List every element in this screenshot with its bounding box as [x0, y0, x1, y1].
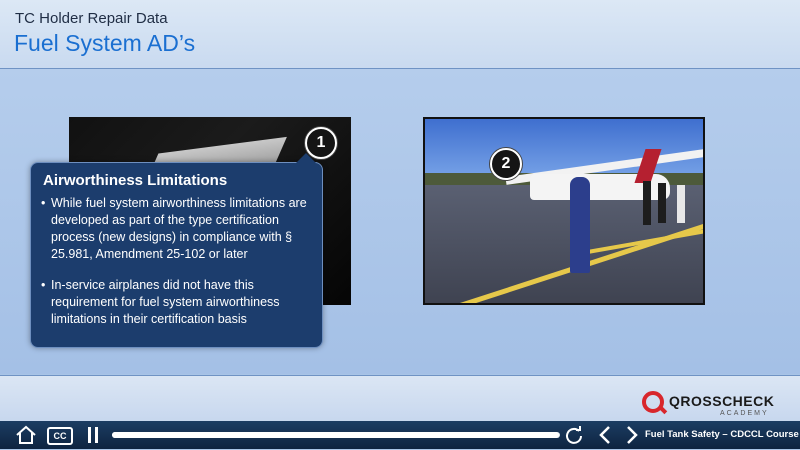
qrosscheck-logo: QROSSCHECK ACADEMY [642, 391, 792, 421]
callout-bullet-text: While fuel system airworthiness limitati… [51, 196, 307, 261]
callout-bullet: • While fuel system airworthiness limitat… [39, 195, 314, 263]
callout-bullet: • In-service airplanes did not have this … [39, 277, 314, 328]
course-title: Fuel Tank Safety – CDCCL Course [645, 429, 799, 440]
bullet-dot-icon: • [41, 278, 46, 292]
logo-subtitle: ACADEMY [720, 410, 769, 417]
closed-captions-button[interactable]: CC [47, 427, 73, 445]
logo-q-icon [642, 391, 664, 413]
chevron-right-icon [627, 426, 638, 444]
chevron-left-icon [599, 426, 610, 444]
hotspot-marker-2[interactable]: 2 [490, 148, 522, 180]
slide-title: Fuel System AD’s [14, 30, 196, 56]
replay-icon [566, 426, 582, 444]
pause-icon [88, 427, 91, 443]
photo-person [570, 177, 590, 273]
logo-name: QROSSCHECK [669, 393, 775, 409]
bullet-dot-icon: • [41, 196, 46, 210]
home-icon [16, 425, 36, 444]
callout-heading: Airworthiness Limitations [43, 172, 228, 189]
photo-person [658, 183, 666, 223]
callout-bullet-list: • While fuel system airworthiness limitat… [39, 195, 314, 328]
next-slide-button[interactable] [625, 425, 639, 445]
replay-button[interactable] [564, 425, 584, 445]
home-button[interactable] [15, 425, 37, 445]
progress-fill [112, 432, 560, 438]
previous-slide-button[interactable] [598, 425, 612, 445]
callout-bullet-text: In-service airplanes did not have this r… [51, 278, 280, 326]
progress-bar[interactable] [112, 432, 560, 438]
slide-subtitle: TC Holder Repair Data [15, 10, 168, 27]
aircraft-photo-2 [423, 117, 705, 305]
slide-header: TC Holder Repair Data Fuel System AD’s [0, 0, 800, 69]
photo-person [677, 185, 685, 223]
pause-button[interactable] [88, 425, 100, 445]
pause-icon [95, 427, 98, 443]
info-callout: Airworthiness Limitations • While fuel sy… [30, 153, 323, 348]
photo-person [643, 181, 651, 225]
